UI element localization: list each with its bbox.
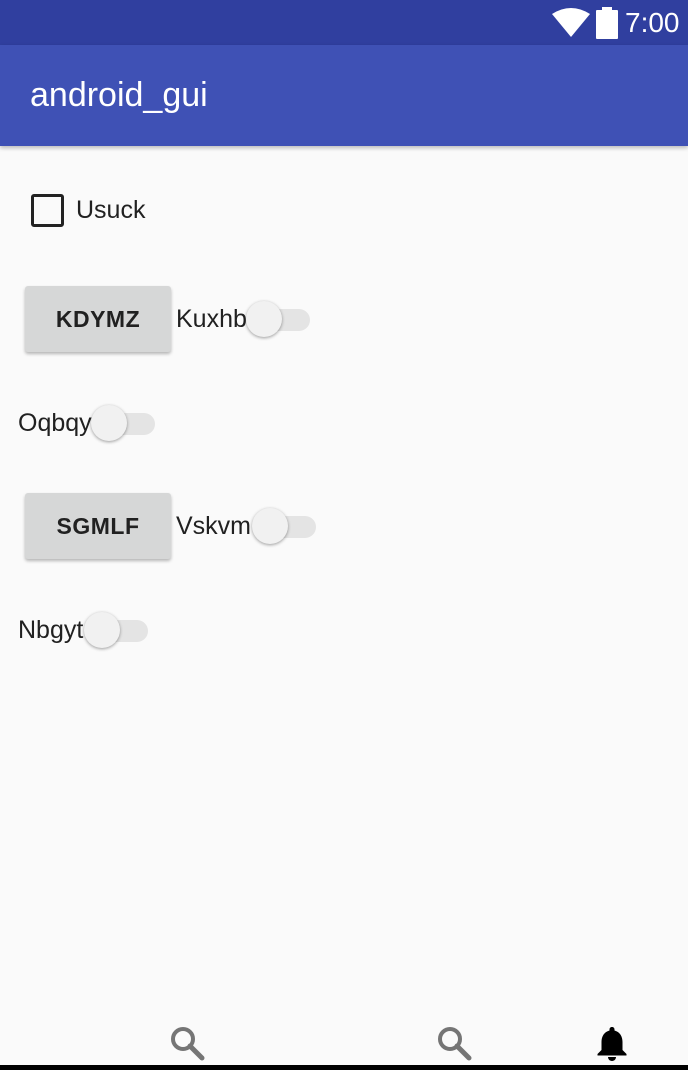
wifi-icon [552,8,590,37]
status-time: 7:00 [625,7,680,38]
switch-label-oqbqy: Oqbqy [18,409,92,437]
search-icon[interactable] [169,1025,205,1061]
switch-thumb[interactable] [252,508,288,544]
switch-nbgyt[interactable] [84,610,152,650]
battery-icon [596,7,618,39]
status-bar: 7:00 [0,0,688,45]
app-title: android_gui [30,76,208,114]
system-nav-bar-edge [0,1065,688,1070]
app-bar: android_gui [0,45,688,146]
kdymz-button[interactable]: KDYMZ [25,286,171,352]
switch-oqbqy[interactable] [91,403,159,443]
checkbox-box[interactable] [31,194,64,227]
sgmlf-button[interactable]: SGMLF [25,493,171,559]
bottom-nav [0,1015,688,1070]
search-icon[interactable] [436,1025,472,1061]
switch-label-nbgyt: Nbgyt [18,616,84,644]
switch-label-vskvm: Vskvm [176,512,251,540]
switch-thumb[interactable] [91,405,127,441]
switch-kuxhb[interactable] [246,299,314,339]
checkbox-label: Usuck [76,196,146,224]
switch-thumb[interactable] [84,612,120,648]
switch-vskvm[interactable] [252,506,320,546]
switch-thumb[interactable] [246,301,282,337]
switch-label-kuxhb: Kuxhb [176,305,247,333]
notification-bell-icon[interactable] [594,1025,630,1061]
